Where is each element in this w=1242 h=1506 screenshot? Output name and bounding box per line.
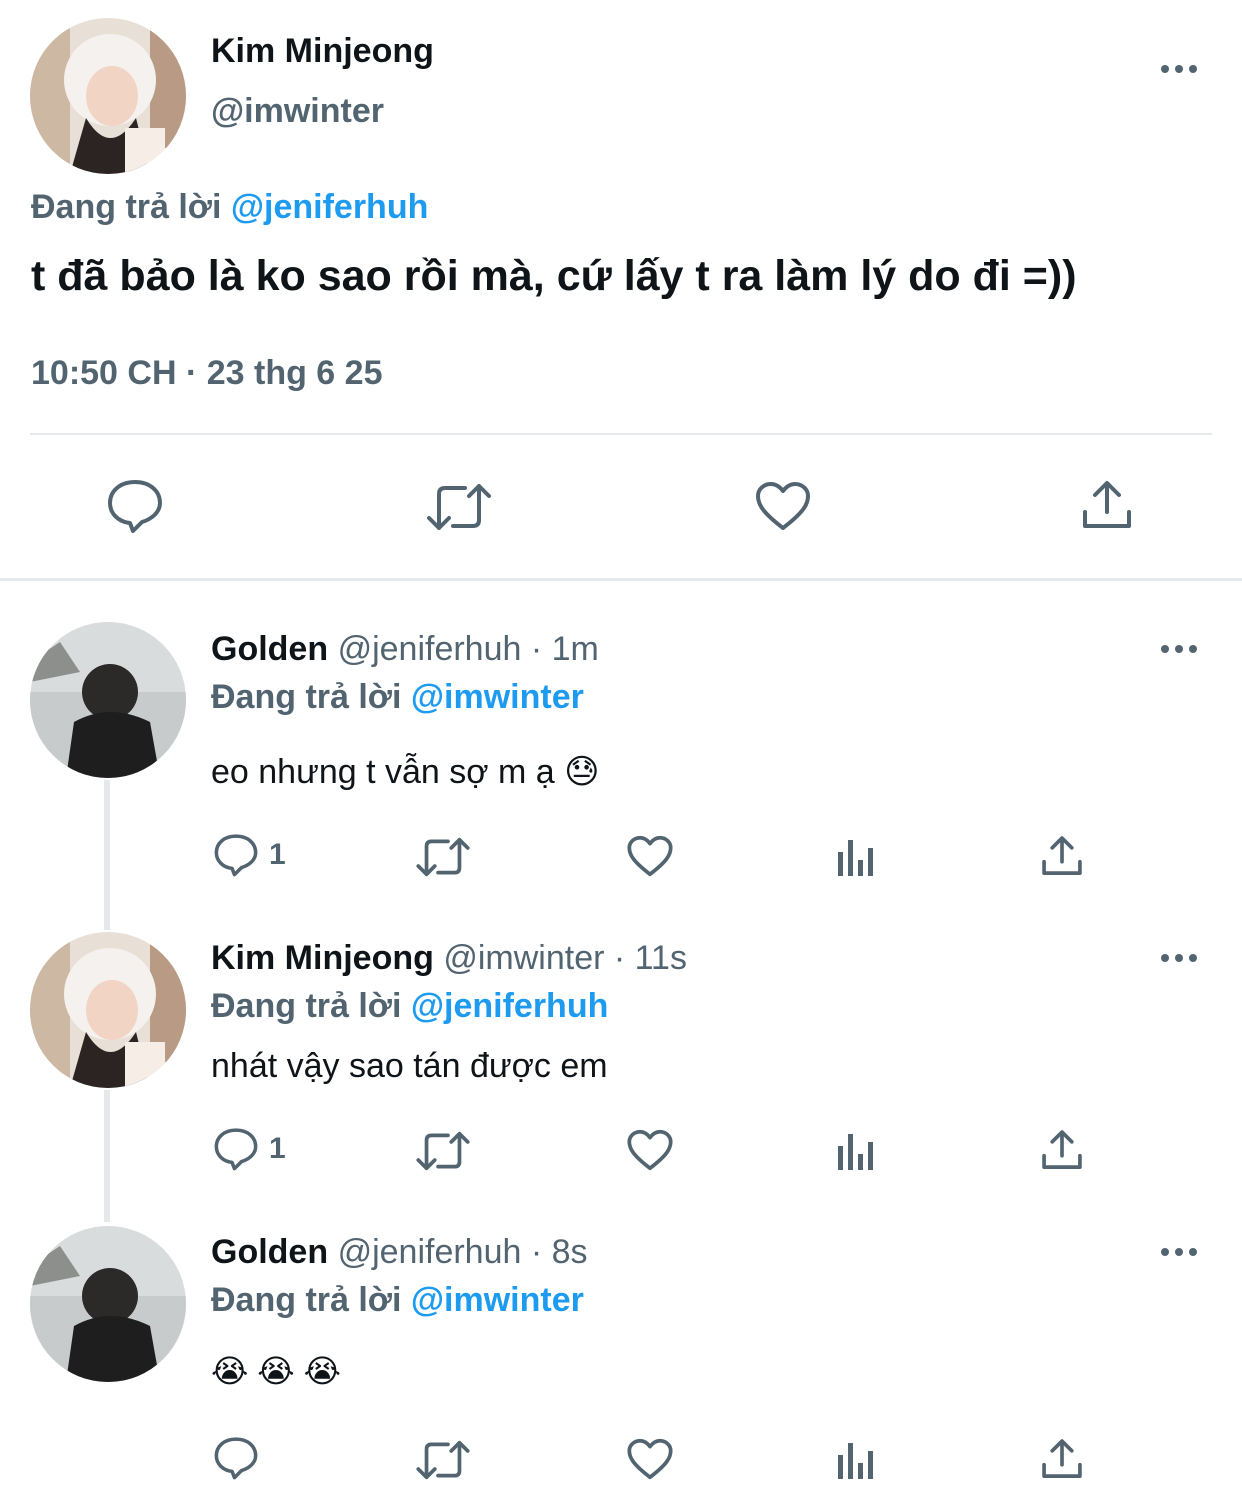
reply-text: nhát vậy sao tán được em (211, 1047, 608, 1085)
retweet-icon (416, 1440, 470, 1480)
author-handle[interactable]: @jeniferhuh (338, 1233, 522, 1271)
retweet-button[interactable] (415, 1130, 471, 1172)
tweet-timestamp[interactable]: 10:50 CH · 23 thg 6 25 (31, 354, 382, 393)
author-name[interactable]: Golden (211, 1233, 328, 1271)
views-button[interactable] (836, 1130, 876, 1172)
reply-header: Golden @jeniferhuh · 8s (211, 1233, 588, 1272)
share-button[interactable] (1040, 1437, 1084, 1481)
section-divider (0, 578, 1242, 581)
reply-button[interactable]: 1 (213, 833, 286, 877)
replying-to-line: Đang trả lời @jeniferhuh (31, 188, 428, 227)
share-icon (1042, 1130, 1082, 1169)
reply-icon (214, 1128, 258, 1171)
reply-time[interactable]: · 1m (531, 630, 599, 668)
divider (30, 433, 1212, 435)
replying-to-link[interactable]: @jeniferhuh (231, 188, 429, 226)
author-handle[interactable]: @imwinter (211, 92, 384, 131)
avatar[interactable] (30, 622, 186, 778)
reply-icon (214, 1437, 258, 1480)
replying-to-line: Đang trả lời @imwinter (211, 678, 584, 717)
share-button[interactable] (1040, 834, 1084, 878)
emoji: 😓 (564, 753, 600, 791)
like-button[interactable] (626, 1437, 674, 1481)
avatar[interactable] (30, 18, 186, 174)
reply-button[interactable] (106, 478, 164, 534)
author-handle[interactable]: @imwinter (443, 939, 604, 977)
reply-button[interactable] (213, 1436, 259, 1480)
replying-to-link[interactable]: @imwinter (411, 1281, 584, 1319)
author-name[interactable]: Kim Minjeong (211, 939, 434, 977)
retweet-icon (427, 484, 491, 530)
share-button[interactable] (1040, 1128, 1084, 1172)
replying-prefix: Đang trả lời (211, 1281, 402, 1319)
like-icon (627, 1129, 673, 1171)
reply-header: Kim Minjeong @imwinter · 11s (211, 939, 687, 978)
replying-prefix: Đang trả lời (211, 678, 402, 716)
retweet-button[interactable] (415, 1439, 471, 1481)
author-name[interactable]: Kim Minjeong (211, 32, 434, 71)
share-icon (1042, 836, 1082, 875)
replying-to-link[interactable]: @imwinter (411, 678, 584, 716)
views-button[interactable] (836, 836, 876, 878)
views-icon (838, 840, 873, 876)
thread-line (104, 1090, 110, 1222)
reply-time[interactable]: · 11s (614, 939, 687, 977)
retweet-icon (416, 1131, 470, 1171)
avatar[interactable] (30, 1226, 186, 1382)
more-icon[interactable] (1159, 951, 1199, 965)
replying-to-line: Đang trả lời @jeniferhuh (211, 987, 608, 1026)
share-icon (1083, 481, 1131, 528)
views-icon (838, 1443, 873, 1479)
views-button[interactable] (836, 1439, 876, 1481)
like-button[interactable] (626, 1128, 674, 1172)
retweet-icon (416, 837, 470, 877)
reply-count: 1 (269, 1132, 286, 1165)
author-name[interactable]: Golden (211, 630, 328, 668)
retweet-button[interactable] (425, 482, 493, 532)
reply-time[interactable]: · 8s (531, 1233, 588, 1271)
like-icon (627, 835, 673, 877)
tweet-text: t đã bảo là ko sao rồi mà, cứ lấy t ra l… (31, 252, 1077, 300)
share-button[interactable] (1080, 478, 1134, 532)
replying-prefix: Đang trả lời (211, 987, 402, 1025)
reply-header: Golden @jeniferhuh · 1m (211, 630, 599, 669)
reply-text: eo nhưng t vẫn sợ m ạ (211, 753, 555, 791)
replying-prefix: Đang trả lời (31, 188, 222, 226)
retweet-button[interactable] (415, 836, 471, 878)
like-button[interactable] (754, 480, 812, 532)
author-handle[interactable]: @jeniferhuh (338, 630, 522, 668)
avatar[interactable] (30, 932, 186, 1088)
like-button[interactable] (626, 834, 674, 878)
reply-button[interactable]: 1 (213, 1127, 286, 1171)
more-icon[interactable] (1159, 1245, 1199, 1259)
more-icon[interactable] (1159, 62, 1199, 76)
like-icon (756, 482, 810, 530)
like-icon (627, 1438, 673, 1480)
replying-to-link[interactable]: @jeniferhuh (411, 987, 609, 1025)
thread-line (104, 780, 110, 930)
reply-count: 1 (269, 838, 286, 871)
reply-icon (108, 480, 162, 533)
reply-text-line: eo nhưng t vẫn sợ m ạ 😓 (211, 752, 600, 792)
replying-to-line: Đang trả lời @imwinter (211, 1281, 584, 1320)
reply-text: 😭 😭 😭 (211, 1353, 341, 1389)
reply-icon (214, 834, 258, 877)
views-icon (838, 1134, 873, 1170)
more-icon[interactable] (1159, 642, 1199, 656)
share-icon (1042, 1439, 1082, 1478)
